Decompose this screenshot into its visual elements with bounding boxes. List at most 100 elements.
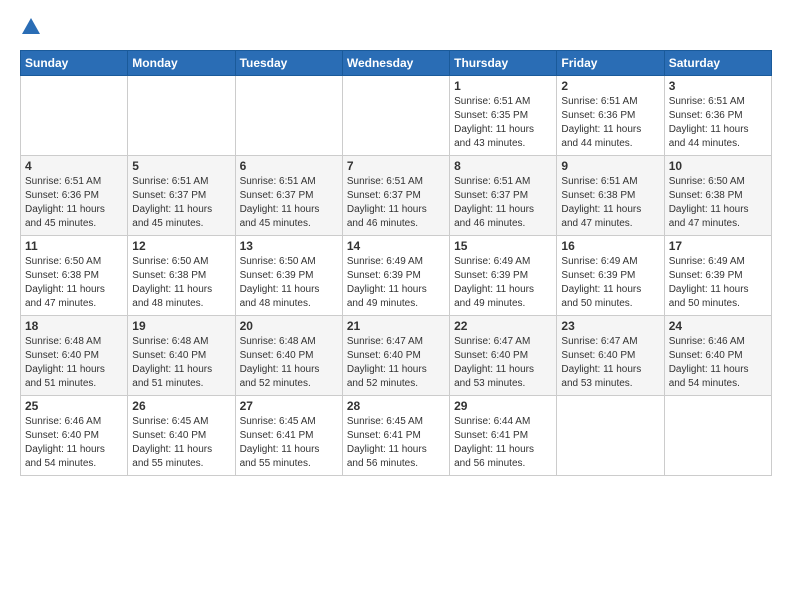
day-info: Sunrise: 6:46 AM Sunset: 6:40 PM Dayligh… [669,335,767,391]
calendar-day: 14 Sunrise: 6:49 AM Sunset: 6:39 PM Dayli… [342,236,449,316]
day-number: 7 [347,159,445,173]
calendar-day [342,76,449,156]
day-number: 1 [454,79,552,93]
day-number: 3 [669,79,767,93]
page-header [20,16,772,38]
calendar-week-row: 25 Sunrise: 6:46 AM Sunset: 6:40 PM Dayli… [21,396,772,476]
calendar-day: 10 Sunrise: 6:50 AM Sunset: 6:38 PM Dayli… [664,156,771,236]
calendar-day: 12 Sunrise: 6:50 AM Sunset: 6:38 PM Dayli… [128,236,235,316]
day-info: Sunrise: 6:51 AM Sunset: 6:36 PM Dayligh… [561,95,659,151]
calendar-day: 4 Sunrise: 6:51 AM Sunset: 6:36 PM Daylig… [21,156,128,236]
header-saturday: Saturday [664,51,771,76]
calendar-day: 15 Sunrise: 6:49 AM Sunset: 6:39 PM Dayli… [450,236,557,316]
day-number: 15 [454,239,552,253]
day-number: 18 [25,319,123,333]
day-number: 19 [132,319,230,333]
calendar-day: 2 Sunrise: 6:51 AM Sunset: 6:36 PM Daylig… [557,76,664,156]
day-info: Sunrise: 6:47 AM Sunset: 6:40 PM Dayligh… [347,335,445,391]
day-info: Sunrise: 6:47 AM Sunset: 6:40 PM Dayligh… [561,335,659,391]
calendar-day: 27 Sunrise: 6:45 AM Sunset: 6:41 PM Dayli… [235,396,342,476]
day-number: 17 [669,239,767,253]
day-number: 26 [132,399,230,413]
calendar-day: 16 Sunrise: 6:49 AM Sunset: 6:39 PM Dayli… [557,236,664,316]
calendar-day: 29 Sunrise: 6:44 AM Sunset: 6:41 PM Dayli… [450,396,557,476]
calendar-day: 9 Sunrise: 6:51 AM Sunset: 6:38 PM Daylig… [557,156,664,236]
calendar-day: 22Sunrise: 6:47 AM Sunset: 6:40 PM Dayli… [450,316,557,396]
day-info: Sunrise: 6:45 AM Sunset: 6:41 PM Dayligh… [240,415,338,471]
header-sunday: Sunday [21,51,128,76]
day-number: 12 [132,239,230,253]
day-number: 4 [25,159,123,173]
day-info: Sunrise: 6:51 AM Sunset: 6:35 PM Dayligh… [454,95,552,151]
day-info: Sunrise: 6:49 AM Sunset: 6:39 PM Dayligh… [669,255,767,311]
day-info: Sunrise: 6:50 AM Sunset: 6:38 PM Dayligh… [25,255,123,311]
day-info: Sunrise: 6:49 AM Sunset: 6:39 PM Dayligh… [347,255,445,311]
calendar-day: 5 Sunrise: 6:51 AM Sunset: 6:37 PM Daylig… [128,156,235,236]
day-info: Sunrise: 6:48 AM Sunset: 6:40 PM Dayligh… [240,335,338,391]
day-number: 29 [454,399,552,413]
calendar-day: 11 Sunrise: 6:50 AM Sunset: 6:38 PM Dayli… [21,236,128,316]
day-info: Sunrise: 6:51 AM Sunset: 6:36 PM Dayligh… [25,175,123,231]
day-info: Sunrise: 6:49 AM Sunset: 6:39 PM Dayligh… [454,255,552,311]
calendar-week-row: 1 Sunrise: 6:51 AM Sunset: 6:35 PM Daylig… [21,76,772,156]
day-info: Sunrise: 6:50 AM Sunset: 6:38 PM Dayligh… [132,255,230,311]
day-info: Sunrise: 6:48 AM Sunset: 6:40 PM Dayligh… [25,335,123,391]
day-number: 13 [240,239,338,253]
day-info: Sunrise: 6:51 AM Sunset: 6:37 PM Dayligh… [454,175,552,231]
day-info: Sunrise: 6:49 AM Sunset: 6:39 PM Dayligh… [561,255,659,311]
day-number: 9 [561,159,659,173]
day-number: 10 [669,159,767,173]
header-tuesday: Tuesday [235,51,342,76]
calendar-week-row: 4 Sunrise: 6:51 AM Sunset: 6:36 PM Daylig… [21,156,772,236]
header-friday: Friday [557,51,664,76]
generalblue-logo-icon [20,16,42,38]
calendar-week-row: 18 Sunrise: 6:48 AM Sunset: 6:40 PM Dayli… [21,316,772,396]
day-number: 16 [561,239,659,253]
day-number: 14 [347,239,445,253]
calendar-day [664,396,771,476]
day-number: 25 [25,399,123,413]
logo [20,16,46,38]
day-info: Sunrise: 6:50 AM Sunset: 6:38 PM Dayligh… [669,175,767,231]
day-number: 23 [561,319,659,333]
day-number: 27 [240,399,338,413]
calendar-day: 19Sunrise: 6:48 AM Sunset: 6:40 PM Dayli… [128,316,235,396]
calendar-day: 7 Sunrise: 6:51 AM Sunset: 6:37 PM Daylig… [342,156,449,236]
day-info: Sunrise: 6:51 AM Sunset: 6:36 PM Dayligh… [669,95,767,151]
day-info: Sunrise: 6:51 AM Sunset: 6:38 PM Dayligh… [561,175,659,231]
day-number: 5 [132,159,230,173]
calendar-day: 21 Sunrise: 6:47 AM Sunset: 6:40 PM Dayli… [342,316,449,396]
header-wednesday: Wednesday [342,51,449,76]
calendar-day: 28 Sunrise: 6:45 AM Sunset: 6:41 PM Dayli… [342,396,449,476]
day-number: 20 [240,319,338,333]
calendar-day: 17 Sunrise: 6:49 AM Sunset: 6:39 PM Dayli… [664,236,771,316]
calendar-day: 23 Sunrise: 6:47 AM Sunset: 6:40 PM Dayli… [557,316,664,396]
calendar-week-row: 11 Sunrise: 6:50 AM Sunset: 6:38 PM Dayli… [21,236,772,316]
day-number: 28 [347,399,445,413]
calendar-day: 20 Sunrise: 6:48 AM Sunset: 6:40 PM Dayli… [235,316,342,396]
day-info: Sunrise: 6:51 AM Sunset: 6:37 PM Dayligh… [347,175,445,231]
day-number: 6 [240,159,338,173]
day-info: Sunrise: 6:45 AM Sunset: 6:41 PM Dayligh… [347,415,445,471]
calendar-header-row: SundayMondayTuesdayWednesdayThursdayFrid… [21,51,772,76]
day-number: 22 [454,319,552,333]
day-number: 11 [25,239,123,253]
calendar-day [557,396,664,476]
calendar-day: 3 Sunrise: 6:51 AM Sunset: 6:36 PM Daylig… [664,76,771,156]
day-info: Sunrise: 6:50 AM Sunset: 6:39 PM Dayligh… [240,255,338,311]
calendar-day: 1 Sunrise: 6:51 AM Sunset: 6:35 PM Daylig… [450,76,557,156]
day-info: Sunrise: 6:51 AM Sunset: 6:37 PM Dayligh… [240,175,338,231]
header-monday: Monday [128,51,235,76]
header-thursday: Thursday [450,51,557,76]
day-info: Sunrise: 6:51 AM Sunset: 6:37 PM Dayligh… [132,175,230,231]
calendar-day: 13 Sunrise: 6:50 AM Sunset: 6:39 PM Dayli… [235,236,342,316]
calendar-day [235,76,342,156]
calendar-day: 26Sunrise: 6:45 AM Sunset: 6:40 PM Dayli… [128,396,235,476]
day-info: Sunrise: 6:44 AM Sunset: 6:41 PM Dayligh… [454,415,552,471]
day-number: 21 [347,319,445,333]
day-info: Sunrise: 6:46 AM Sunset: 6:40 PM Dayligh… [25,415,123,471]
day-number: 24 [669,319,767,333]
calendar-day [21,76,128,156]
day-number: 2 [561,79,659,93]
calendar-day [128,76,235,156]
